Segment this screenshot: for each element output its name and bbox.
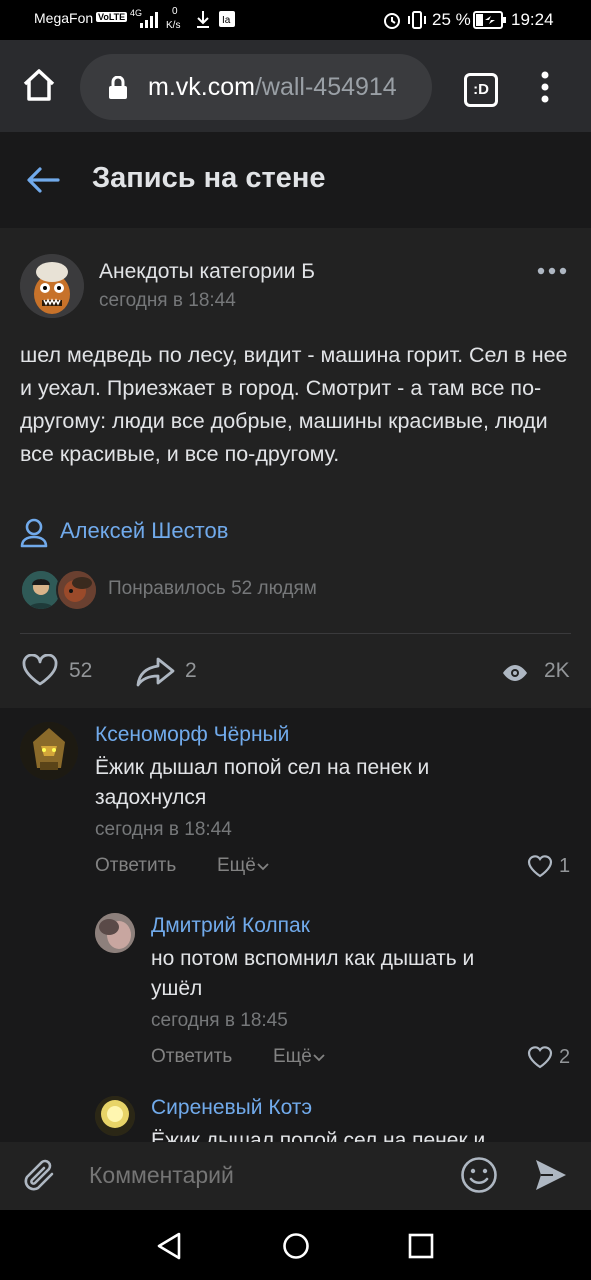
- chevron-down-icon: [256, 855, 270, 876]
- signal-icon: [140, 12, 158, 31]
- group-name[interactable]: Анекдоты категории Б: [99, 260, 315, 284]
- vibrate-icon: [406, 10, 428, 33]
- back-nav-icon[interactable]: [156, 1232, 182, 1265]
- commenter-avatar[interactable]: [20, 722, 78, 780]
- like-heart-icon[interactable]: [22, 653, 58, 691]
- share-count: 2: [185, 659, 197, 682]
- address-bar[interactable]: m.vk.com/wall-454914: [80, 54, 432, 120]
- speed-unit: K/s: [166, 20, 181, 31]
- more-button[interactable]: Ещё: [273, 1046, 326, 1068]
- reply-button[interactable]: Ответить: [151, 1046, 232, 1068]
- carrier-label: MegaFon: [34, 10, 94, 26]
- comment-input[interactable]: [76, 1152, 449, 1198]
- comment: Ксеноморф Чёрный Ёжик дышал попой сел на…: [0, 710, 591, 895]
- comment-like-count: 1: [559, 855, 571, 877]
- reply-button[interactable]: Ответить: [95, 855, 176, 877]
- app-notification-icon: Ia: [218, 10, 236, 31]
- home-nav-icon[interactable]: [282, 1232, 310, 1265]
- post-more-icon[interactable]: [537, 262, 567, 280]
- volte-badge: VoLTE: [96, 12, 128, 22]
- comment-reply: Сиреневый Котэ Ёжик дышал попой сел на п…: [0, 1088, 591, 1142]
- lock-icon: [108, 75, 128, 105]
- battery-percent: 25 %: [432, 10, 471, 29]
- views-eye-icon: [502, 664, 528, 687]
- alarm-icon: [382, 10, 402, 33]
- commenter-name[interactable]: Дмитрий Колпак: [151, 914, 310, 938]
- commenter-avatar[interactable]: [95, 913, 135, 953]
- url-host: m.vk.com: [148, 73, 255, 101]
- send-icon[interactable]: [534, 1158, 568, 1197]
- attach-paperclip-icon[interactable]: [22, 1156, 58, 1201]
- comment-time: сегодня в 18:44: [95, 819, 232, 840]
- commenter-name[interactable]: Сиреневый Котэ: [151, 1096, 312, 1120]
- comment-text: но потом вспомнил как дышать и ушёл: [151, 947, 475, 1000]
- comment-like-icon[interactable]: [527, 854, 553, 883]
- more-button[interactable]: Ещё: [217, 855, 270, 877]
- liker-avatar[interactable]: [56, 569, 98, 611]
- group-avatar[interactable]: [20, 254, 84, 318]
- share-icon[interactable]: [136, 656, 176, 693]
- comment-composer: [0, 1142, 591, 1210]
- comment-reply: Дмитрий Колпак но потом вспомнил как дыш…: [0, 902, 591, 1087]
- page-header: Запись на стене: [0, 132, 591, 228]
- comment-text: Ёжик дышал попой сел на пенек и задохнул…: [95, 756, 430, 809]
- more-label: Ещё: [273, 1046, 312, 1067]
- back-arrow-icon[interactable]: [26, 166, 60, 199]
- liked-by-text[interactable]: Понравилось 52 людям: [108, 578, 317, 600]
- system-nav-bar: [0, 1210, 591, 1280]
- tab-count: :D: [473, 81, 489, 98]
- commenter-name[interactable]: Ксеноморф Чёрный: [95, 723, 289, 747]
- url-text: m.vk.com/wall-454914: [148, 73, 397, 102]
- views-count: 2K: [544, 659, 570, 682]
- more-label: Ещё: [217, 855, 256, 876]
- menu-icon[interactable]: [540, 71, 550, 108]
- comment-like-icon[interactable]: [527, 1045, 553, 1074]
- post-text: шел медведь по лесу, видит - машина гори…: [20, 343, 568, 466]
- tabs-button[interactable]: :D: [464, 73, 498, 107]
- page-title: Запись на стене: [92, 162, 326, 194]
- url-path: /wall-454914: [254, 73, 397, 101]
- battery-icon: [473, 11, 507, 32]
- recents-nav-icon[interactable]: [408, 1233, 434, 1264]
- commenter-avatar[interactable]: [95, 1096, 135, 1136]
- comment-time: сегодня в 18:45: [151, 1010, 288, 1031]
- author-icon: [20, 518, 48, 553]
- chevron-down-icon: [312, 1046, 326, 1067]
- emoji-icon[interactable]: [460, 1156, 498, 1199]
- clock: 19:24: [511, 10, 554, 29]
- post-divider: [20, 633, 571, 634]
- comments-section: Ксеноморф Чёрный Ёжик дышал попой сел на…: [0, 710, 591, 1142]
- post-timestamp: сегодня в 18:44: [99, 290, 236, 311]
- home-icon[interactable]: [20, 66, 58, 109]
- svg-text:Ia: Ia: [222, 15, 231, 26]
- like-count: 52: [69, 659, 93, 682]
- status-bar: MegaFon VoLTE 4G 0 K/s Ia 25 % 19:24: [0, 0, 591, 40]
- wall-post: Анекдоты категории Б сегодня в 18:44 шел…: [0, 228, 591, 708]
- download-icon: [196, 10, 210, 31]
- comment-like-count: 2: [559, 1046, 571, 1068]
- post-author-link[interactable]: Алексей Шестов: [60, 518, 228, 544]
- comment-text: Ёжик дышал попой сел на пенек и: [151, 1129, 486, 1142]
- browser-toolbar: m.vk.com/wall-454914 :D: [0, 40, 591, 132]
- speed-value: 0: [172, 6, 178, 17]
